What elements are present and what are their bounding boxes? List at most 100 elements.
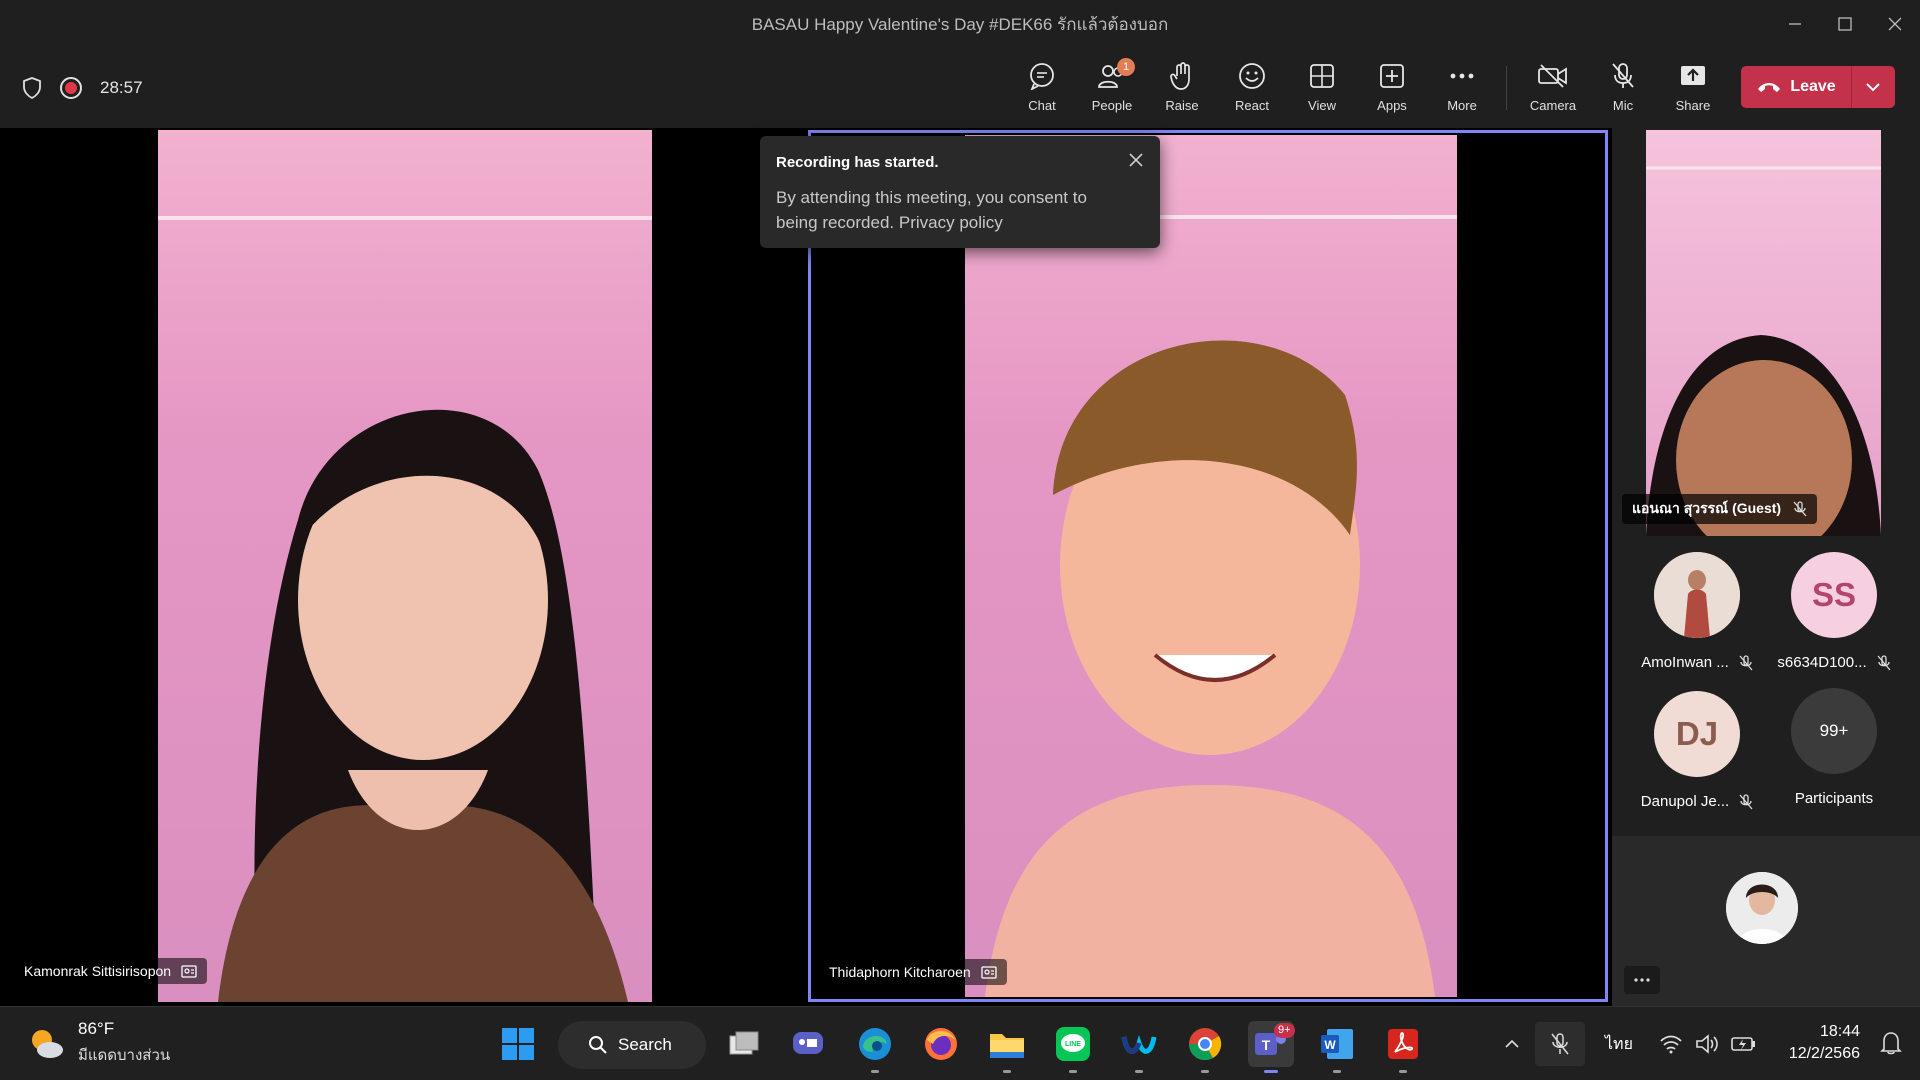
leave-button[interactable]: Leave <box>1741 66 1852 108</box>
more-button[interactable]: More <box>1430 58 1494 120</box>
edge-browser-app[interactable] <box>852 1021 898 1073</box>
svg-text:T: T <box>1262 1037 1271 1053</box>
participants-overflow-button[interactable]: 99+ Participants <box>1764 688 1904 807</box>
avatar-photo <box>1654 552 1740 638</box>
people-badge: 1 <box>1117 58 1135 76</box>
teams-chat-app[interactable] <box>785 1021 831 1067</box>
recording-notification-body: By attending this meeting, you consent t… <box>776 188 1087 232</box>
webex-icon <box>1121 1035 1157 1054</box>
app-running-indicator <box>1135 1070 1143 1073</box>
share-screen-icon <box>1681 66 1705 85</box>
input-language[interactable]: ไทย <box>1605 1032 1633 1057</box>
file-explorer-app[interactable] <box>984 1021 1030 1073</box>
maximize-icon <box>1838 17 1852 31</box>
volume-icon <box>1696 1034 1718 1054</box>
maximize-button[interactable] <box>1820 0 1870 48</box>
raise-hand-button[interactable]: Raise <box>1150 58 1214 120</box>
windows-logo-icon <box>502 1028 534 1060</box>
share-label: Share <box>1675 98 1711 113</box>
recording-indicator-icon <box>60 77 82 99</box>
mic-button[interactable]: Mic <box>1591 58 1655 120</box>
participants-label: Participants <box>1794 790 1874 807</box>
self-view-tile[interactable] <box>1612 836 1920 1006</box>
close-window-button[interactable] <box>1870 0 1920 48</box>
leave-options-button[interactable] <box>1852 66 1894 108</box>
participant-avatar-danupol[interactable]: DJ Danupol Je... <box>1627 691 1767 810</box>
grid-view-icon <box>1310 64 1334 88</box>
add-app-icon <box>1380 64 1404 88</box>
app-running-indicator <box>1069 1070 1077 1073</box>
people-label: People <box>1091 98 1133 113</box>
camera-off-icon <box>1538 64 1567 88</box>
quick-settings-button[interactable] <box>1659 1034 1757 1054</box>
share-button[interactable]: Share <box>1661 58 1725 120</box>
overflow-count-circle: 99+ <box>1791 688 1877 774</box>
acrobat-app[interactable] <box>1380 1021 1426 1073</box>
task-view-button[interactable] <box>720 1021 766 1067</box>
participant-card-icon <box>181 965 197 978</box>
self-avatar-photo <box>1726 872 1798 944</box>
guest-video-tile[interactable] <box>1646 130 1881 536</box>
clock-time: 18:44 <box>1819 1023 1860 1040</box>
mic-label: Mic <box>1612 98 1634 113</box>
recording-notification: Recording has started. By attending this… <box>760 136 1160 248</box>
partly-sunny-icon <box>32 1030 63 1058</box>
close-notification-button[interactable] <box>1128 152 1144 173</box>
weather-temperature: 86°F <box>78 1019 115 1038</box>
window-titlebar: BASAU Happy Valentine's Day #DEK66 รักแล… <box>0 0 1920 48</box>
chat-button[interactable]: Chat <box>1010 58 1074 120</box>
participant-avatar-amolnwan[interactable]: AmoInwan ... <box>1627 552 1767 671</box>
avatar: DJ <box>1654 691 1740 777</box>
self-avatar <box>1726 872 1798 944</box>
window-title: BASAU Happy Valentine's Day #DEK66 รักแล… <box>751 14 1169 34</box>
shield-icon[interactable] <box>22 77 42 99</box>
minimize-icon <box>1789 23 1801 25</box>
teams-app-active[interactable]: T 9+ <box>1248 1021 1295 1073</box>
app-running-indicator <box>1003 1070 1011 1073</box>
weather-widget[interactable]: 86°F มีแดดบางส่วน <box>28 1019 170 1067</box>
webex-app[interactable] <box>1116 1021 1162 1073</box>
people-button[interactable]: 1 People <box>1080 58 1144 120</box>
participant-gallery-panel: แอนณา สุวรรณ์ (Guest) AmoInwan ... SS s6… <box>1612 128 1920 1006</box>
more-label: More <box>1447 98 1477 113</box>
video-tile-2-active-speaker[interactable]: Thidaphorn Kitcharoen <box>808 130 1608 1002</box>
mic-off-icon <box>1877 654 1891 670</box>
show-hidden-icons-button[interactable] <box>1497 1039 1527 1049</box>
firefox-app[interactable] <box>918 1021 964 1067</box>
raise-label: Raise <box>1165 98 1199 113</box>
app-running-indicator <box>1399 1070 1407 1073</box>
teams-notification-badge: 9+ <box>1274 1023 1295 1038</box>
tray-mic-muted[interactable] <box>1535 1022 1585 1066</box>
camera-button[interactable]: Camera <box>1521 58 1585 120</box>
windows-taskbar: 86°F มีแดดบางส่วน Search LINE T 9+ W ไทย… <box>0 1006 1920 1080</box>
view-button[interactable]: View <box>1290 58 1354 120</box>
participant-video <box>965 135 1457 997</box>
react-button[interactable]: React <box>1220 58 1284 120</box>
app-running-indicator <box>1333 1070 1341 1073</box>
taskbar-clock[interactable]: 18:44 12/2/2566 <box>1789 1021 1860 1065</box>
line-messenger-icon: LINE <box>1056 1027 1090 1061</box>
react-label: React <box>1235 98 1269 113</box>
participant-name: Danupol Je... <box>1640 793 1730 810</box>
start-button[interactable] <box>495 1021 541 1067</box>
folder-icon <box>990 1034 1024 1058</box>
taskbar-search[interactable]: Search <box>558 1021 706 1069</box>
line-app[interactable]: LINE <box>1050 1021 1096 1073</box>
participant-avatar-s6634[interactable]: SS s6634D100... <box>1764 552 1904 671</box>
video-tile-1[interactable]: Kamonrak Sittisirisopon <box>0 128 806 1006</box>
notifications-button[interactable] <box>1880 1031 1902 1060</box>
apps-button[interactable]: Apps <box>1360 58 1424 120</box>
avatar-initials: SS <box>1811 576 1857 613</box>
chrome-icon <box>1188 1028 1222 1061</box>
overflow-count: 99+ <box>1819 721 1849 740</box>
participant-video <box>158 130 652 1002</box>
minimize-button[interactable] <box>1770 0 1820 48</box>
edge-icon <box>859 1028 891 1060</box>
apps-label: Apps <box>1377 98 1407 113</box>
avatar-initials: DJ <box>1675 715 1719 752</box>
word-app[interactable]: W <box>1314 1021 1360 1073</box>
self-view-more-button[interactable] <box>1624 966 1660 994</box>
mic-off-icon <box>1739 654 1753 670</box>
participant-silhouette <box>965 215 1457 997</box>
chrome-app[interactable] <box>1182 1021 1228 1073</box>
